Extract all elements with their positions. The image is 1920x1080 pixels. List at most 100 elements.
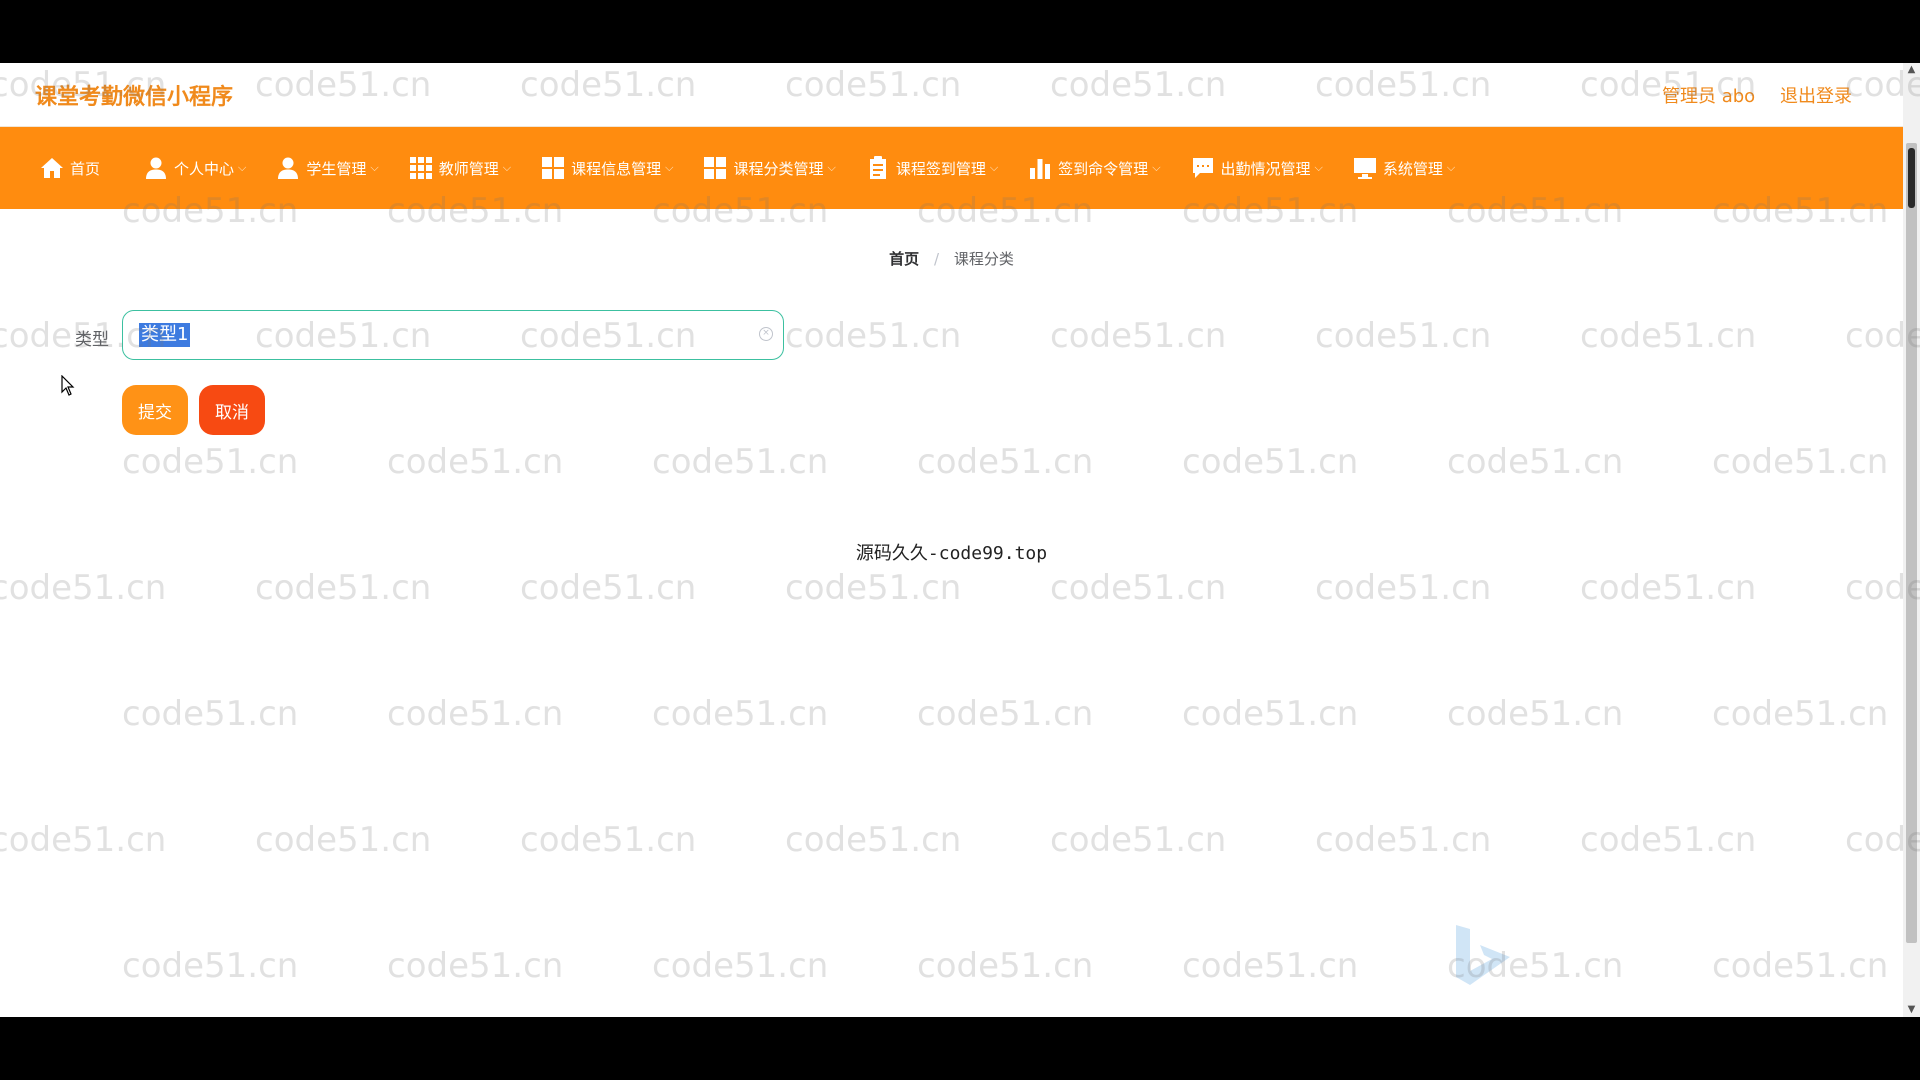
chevron-down-icon: ⌵ <box>989 161 999 174</box>
chevron-down-icon: ⌵ <box>665 161 674 174</box>
watermark-text: code51.cn <box>785 820 962 860</box>
nav-item-system-management[interactable]: 系统管理 ⌵ <box>1353 127 1455 209</box>
monitor-icon <box>1353 156 1377 180</box>
nav-item-course-info-management[interactable]: 课程信息管理 ⌵ <box>541 127 673 209</box>
cancel-button[interactable]: 取消 <box>199 385 265 435</box>
nav-item-course-checkin-management[interactable]: 课程签到管理 ⌵ <box>866 127 998 209</box>
watermark-text: code51.cn <box>520 820 697 860</box>
watermark-text: code51.cn <box>255 820 432 860</box>
current-user: 管理员 abo <box>1662 86 1756 107</box>
chevron-down-icon: ⌵ <box>1314 161 1323 174</box>
user-icon <box>144 156 168 180</box>
watermark-text: code51.cn <box>1182 946 1359 986</box>
watermark-text: code51.cn <box>122 442 299 482</box>
nav-item-label: 首页 <box>70 159 101 178</box>
scroll-down-icon[interactable]: ▼ <box>1903 1003 1920 1017</box>
clear-icon[interactable]: × <box>759 327 773 341</box>
chevron-down-icon: ⌵ <box>1446 161 1456 174</box>
nav-item-label: 教师管理 <box>438 159 499 178</box>
breadcrumb-separator: / <box>933 250 940 268</box>
chevron-down-icon: ⌵ <box>238 161 247 174</box>
nav-item-label: 课程分类管理 <box>733 159 824 178</box>
top-header: 课堂考勤微信小程序 管理员 abo 退出登录 <box>0 63 1903 127</box>
bing-logo-icon <box>1456 925 1510 985</box>
chevron-down-icon: ⌵ <box>827 161 836 174</box>
watermark-text: code51.cn <box>1050 316 1227 356</box>
nav-item-label: 课程信息管理 <box>571 159 662 178</box>
nav-item-label: 个人中心 <box>174 159 235 178</box>
nav-item-label: 课程签到管理 <box>895 159 986 178</box>
breadcrumb-home[interactable]: 首页 <box>889 250 919 268</box>
watermark-text: code51.cn <box>1712 946 1889 986</box>
breadcrumb-current: 课程分类 <box>953 250 1014 268</box>
vertical-scrollbar[interactable]: ▲ ▼ <box>1903 63 1920 1017</box>
nav-item-home[interactable]: 首页 <box>40 127 100 209</box>
watermark-text: code51.cn <box>652 442 829 482</box>
watermark-text: code51.cn <box>387 442 564 482</box>
watermark-text: code51.cn <box>1580 316 1757 356</box>
main-nav: 首页 个人中心 ⌵ 学生管理 ⌵ 教师管理 ⌵ 课程信息管理 ⌵ 课程分类管理 … <box>0 127 1903 209</box>
watermark-text: code51.cn <box>122 694 299 734</box>
nav-item-teacher-management[interactable]: 教师管理 ⌵ <box>409 127 511 209</box>
scrollbar-thumb-grip <box>1908 148 1915 208</box>
watermark-text: code51.cn <box>1447 442 1624 482</box>
watermark-text: code51.cn <box>0 820 167 860</box>
app-window: 课堂考勤微信小程序 管理员 abo 退出登录 首页 个人中心 ⌵ 学生管理 ⌵ <box>0 63 1920 1017</box>
watermark-text: code51.cn <box>1050 568 1227 608</box>
nav-item-label: 学生管理 <box>306 159 367 178</box>
watermark-text: code51.cn <box>917 694 1094 734</box>
mouse-cursor-icon <box>61 375 75 396</box>
user-icon <box>276 156 300 180</box>
watermark-text: code51.cn <box>1050 820 1227 860</box>
watermark-text: code51.cn <box>917 442 1094 482</box>
logout-link[interactable]: 退出登录 <box>1780 82 1852 108</box>
chat-icon <box>1191 156 1215 180</box>
footer-text: 源码久久-code99.top <box>855 543 1048 564</box>
chevron-down-icon: ⌵ <box>370 161 379 174</box>
grid-icon <box>541 156 565 180</box>
nav-item-attendance-management[interactable]: 出勤情况管理 ⌵ <box>1191 127 1323 209</box>
type-input-value: 类型1 <box>139 323 191 347</box>
app-title: 课堂考勤微信小程序 <box>35 85 234 110</box>
watermark-text: code51.cn <box>785 316 962 356</box>
watermark-text: code51.cn <box>785 568 962 608</box>
watermark-text: code51.cn <box>1315 316 1492 356</box>
bar-chart-icon <box>1028 156 1052 180</box>
chevron-down-icon: ⌵ <box>502 161 512 174</box>
watermark-text: code51.cn <box>652 694 829 734</box>
type-input[interactable]: 类型1 × <box>122 310 784 360</box>
nav-item-course-category-management[interactable]: 课程分类管理 ⌵ <box>703 127 836 209</box>
nav-item-student-management[interactable]: 学生管理 ⌵ <box>276 127 379 209</box>
watermark-text: code51.cn <box>1447 694 1624 734</box>
type-label: 类型 <box>75 330 109 350</box>
nav-item-label: 出勤情况管理 <box>1220 159 1311 178</box>
watermark-text: code51.cn <box>652 946 829 986</box>
watermark-text: code51.cn <box>255 568 432 608</box>
nav-item-label: 系统管理 <box>1382 159 1443 178</box>
watermark-text: code51.cn <box>387 946 564 986</box>
scroll-up-icon[interactable]: ▲ <box>1903 63 1920 77</box>
clipboard-icon <box>866 156 890 180</box>
watermark-text: code51.cn <box>1580 568 1757 608</box>
chevron-down-icon: ⌵ <box>1152 161 1161 174</box>
watermark-text: code51.cn <box>1315 568 1492 608</box>
home-icon <box>40 156 64 180</box>
watermark-text: code51.cn <box>0 568 167 608</box>
breadcrumb: 首页 / 课程分类 <box>0 248 1903 269</box>
watermark-text: code51.cn <box>1182 694 1359 734</box>
watermark-text: code51.cn <box>122 946 299 986</box>
submit-button[interactable]: 提交 <box>122 385 188 435</box>
watermark-text: code51.cn <box>1712 442 1889 482</box>
nav-item-checkin-command-management[interactable]: 签到命令管理 ⌵ <box>1028 127 1161 209</box>
watermark-text: code51.cn <box>1182 442 1359 482</box>
nav-item-personal-center[interactable]: 个人中心 ⌵ <box>144 127 246 209</box>
nav-item-label: 签到命令管理 <box>1058 159 1149 178</box>
watermark-text: code51.cn <box>917 946 1094 986</box>
grid-icon <box>703 156 727 180</box>
scrollbar-thumb[interactable] <box>1906 143 1917 943</box>
watermark-text: code51.cn <box>520 568 697 608</box>
watermark-text: code51.cn <box>1580 820 1757 860</box>
grid-icon <box>409 156 433 180</box>
watermark-text: code51.cn <box>1315 820 1492 860</box>
watermark-text: code51.cn <box>387 694 564 734</box>
